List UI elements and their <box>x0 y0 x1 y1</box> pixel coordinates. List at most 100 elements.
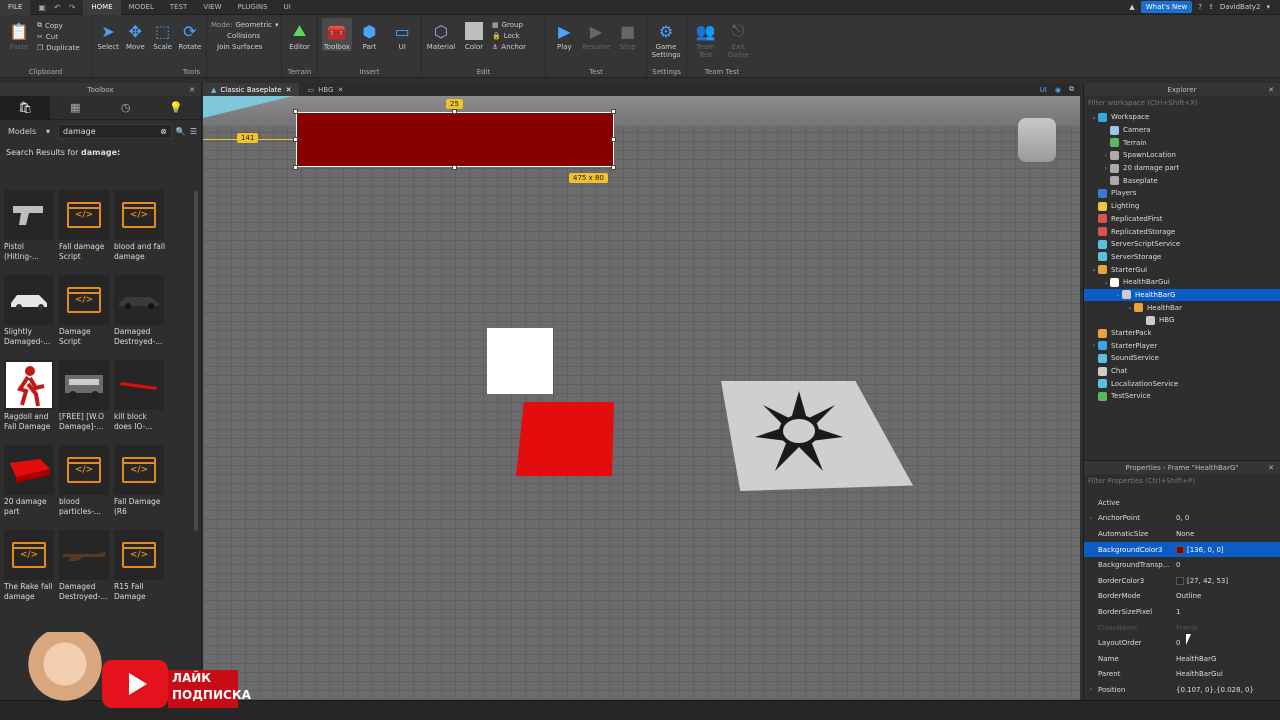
chevron-down-icon[interactable]: ⌄ <box>1102 279 1110 286</box>
property-row[interactable]: Active <box>1084 495 1280 511</box>
explorer-item[interactable]: › SpawnLocation <box>1084 149 1280 162</box>
toolbox-scrollbar[interactable] <box>194 191 198 531</box>
explorer-item[interactable]: ServerScriptService <box>1084 238 1280 251</box>
chevron-down-icon[interactable]: ⌄ <box>1090 266 1098 273</box>
explorer-item[interactable]: TestService <box>1084 390 1280 403</box>
property-row[interactable]: BackgroundColor3 [136, 0, 0] <box>1084 541 1280 558</box>
property-row[interactable]: BackgroundTransp... 0 <box>1084 557 1280 573</box>
resume-button[interactable]: ▶ Resume <box>582 18 611 52</box>
property-value[interactable]: Outline <box>1176 592 1280 600</box>
resize-handle[interactable] <box>611 137 616 142</box>
toolbox-item[interactable]: </> R15 Fall Damage <box>114 530 167 611</box>
healthbar-frame[interactable] <box>296 112 614 167</box>
chevron-right-icon[interactable]: › <box>1102 165 1110 172</box>
white-part[interactable] <box>487 328 553 394</box>
file-menu[interactable]: FILE <box>0 0 31 15</box>
category-select[interactable]: Models ▾ <box>4 124 54 139</box>
search-icon[interactable]: 🔍 <box>176 127 186 136</box>
property-value[interactable]: HealthBarG <box>1176 655 1280 663</box>
duplicate-button[interactable]: ❐ Duplicate <box>37 44 80 52</box>
toolbox-item[interactable]: </> Fall damage Script <box>59 190 112 271</box>
filter-icon[interactable]: ☰ <box>190 127 197 136</box>
doc-tab-hbg[interactable]: ▭ HBG ✕ <box>299 83 351 96</box>
property-value[interactable]: {0.107, 0},{0.028, 0} <box>1176 686 1280 694</box>
chevron-down-icon[interactable]: ⌄ <box>1090 114 1098 121</box>
search-input[interactable]: damage ⊗ <box>58 123 172 139</box>
resize-handle[interactable] <box>293 165 298 170</box>
property-row[interactable]: LayoutOrder 0 <box>1084 635 1280 651</box>
eye-icon[interactable]: ◉ <box>1055 86 1061 94</box>
help-icon[interactable]: ? <box>1198 3 1202 11</box>
fullscreen-icon[interactable]: ⧉ <box>1069 85 1074 94</box>
property-row[interactable]: AutomaticSize None <box>1084 526 1280 542</box>
close-icon[interactable]: ✕ <box>1268 86 1274 94</box>
toolbox-item[interactable]: Ragdoll and Fall Damage <box>4 360 57 441</box>
stop-button[interactable]: ■ Stop <box>613 18 642 52</box>
explorer-item[interactable]: Baseplate <box>1084 174 1280 187</box>
ui-button[interactable]: ▭ UI <box>387 18 417 52</box>
toolbox-item[interactable]: </> blood and fall damage <box>114 190 167 271</box>
property-value[interactable]: 0 <box>1176 561 1280 569</box>
explorer-item[interactable]: ReplicatedFirst <box>1084 213 1280 226</box>
tab-test[interactable]: TEST <box>162 0 195 15</box>
explorer-item[interactable]: ServerStorage <box>1084 251 1280 264</box>
toolbox-item[interactable]: </> blood particles-... <box>59 445 112 526</box>
toolbox-item[interactable]: </> The Rake fall damage <box>4 530 57 611</box>
properties-filter-input[interactable]: Filter Properties (Ctrl+Shift+P) <box>1084 474 1280 487</box>
marketplace-tab[interactable]: 🛍 <box>0 95 51 120</box>
toolbox-item[interactable]: 20 damage part <box>4 445 57 526</box>
resize-handle[interactable] <box>293 137 298 142</box>
tab-plugins[interactable]: PLUGINS <box>230 0 276 15</box>
cut-button[interactable]: ✂ Cut <box>37 33 80 41</box>
anchor-button[interactable]: ⚓ Anchor <box>492 43 526 51</box>
property-value[interactable]: 1 <box>1176 608 1280 616</box>
property-value[interactable]: [136, 0, 0] <box>1176 545 1280 554</box>
terrain-editor-button[interactable]: ⛰ Editor <box>286 18 313 51</box>
tab-model[interactable]: MODEL <box>121 0 162 15</box>
explorer-item[interactable]: ⌄ HealthBarGui <box>1084 276 1280 289</box>
property-row[interactable]: › Position {0.107, 0},{0.028, 0} <box>1084 682 1280 698</box>
mode-select[interactable]: Mode: Geometric ▾ <box>211 21 279 29</box>
resize-handle[interactable] <box>611 109 616 114</box>
toolbox-item[interactable]: [FREE] [W.O Damage]-... <box>59 360 112 441</box>
color-button[interactable]: Color <box>459 18 489 51</box>
explorer-item[interactable]: Chat <box>1084 365 1280 378</box>
exit-game-button[interactable]: ⎋ Exit Game <box>724 18 754 59</box>
resize-handle[interactable] <box>293 109 298 114</box>
property-value[interactable]: 0 <box>1176 639 1280 647</box>
resize-handle[interactable] <box>611 165 616 170</box>
scale-button[interactable]: ⬚ Scale <box>151 18 175 52</box>
user-name[interactable]: DavidBaty2 <box>1220 3 1261 11</box>
explorer-item[interactable]: Players <box>1084 187 1280 200</box>
chevron-right-icon[interactable]: › <box>1084 515 1098 522</box>
chevron-right-icon[interactable]: › <box>1102 152 1110 159</box>
clear-icon[interactable]: ⊗ <box>160 127 167 136</box>
whats-new-button[interactable]: What's New <box>1140 1 1193 13</box>
explorer-item[interactable]: ⌄ HealthBarG <box>1084 288 1280 302</box>
explorer-item[interactable]: ⌄ Workspace <box>1084 111 1280 124</box>
red-damage-part[interactable] <box>516 402 614 476</box>
game-settings-button[interactable]: ⚙ Game Settings <box>651 18 681 60</box>
group-button[interactable]: ▦ Group <box>492 21 526 29</box>
chevron-right-icon[interactable]: › <box>1090 342 1098 349</box>
inventory-tab[interactable]: ▦ <box>50 96 100 120</box>
toolbox-button[interactable]: 🧰 Toolbox <box>322 18 352 51</box>
spawn-location[interactable] <box>721 381 913 491</box>
property-row[interactable]: Parent HealthBarGui <box>1084 667 1280 683</box>
chevron-down-icon[interactable]: ⌄ <box>1114 291 1122 298</box>
explorer-item[interactable]: ⌄ HealthBar <box>1084 301 1280 314</box>
explorer-item[interactable]: ⌄ StarterGui <box>1084 263 1280 276</box>
3d-viewport[interactable]: 25 141 475 x 80 <box>203 96 1080 700</box>
creations-tab[interactable]: 💡 <box>151 96 201 120</box>
move-button[interactable]: ✥ Move <box>123 18 147 52</box>
explorer-item[interactable]: SoundService <box>1084 352 1280 365</box>
collapse-icon[interactable]: ▲ <box>1129 3 1134 11</box>
play-button[interactable]: ▶ Play <box>550 18 579 52</box>
close-icon[interactable]: ✕ <box>1268 464 1274 472</box>
toolbox-item[interactable]: Damaged Destroyed-... <box>59 530 112 611</box>
rotate-button[interactable]: ⟳ Rotate <box>178 18 202 52</box>
team-test-button[interactable]: 👥 Team Test <box>691 18 721 60</box>
property-value[interactable]: HealthBarGui <box>1176 670 1280 678</box>
paste-button[interactable]: 📋 Paste <box>4 18 34 52</box>
toolbox-item[interactable]: Damaged Destroyed-... <box>114 275 167 356</box>
